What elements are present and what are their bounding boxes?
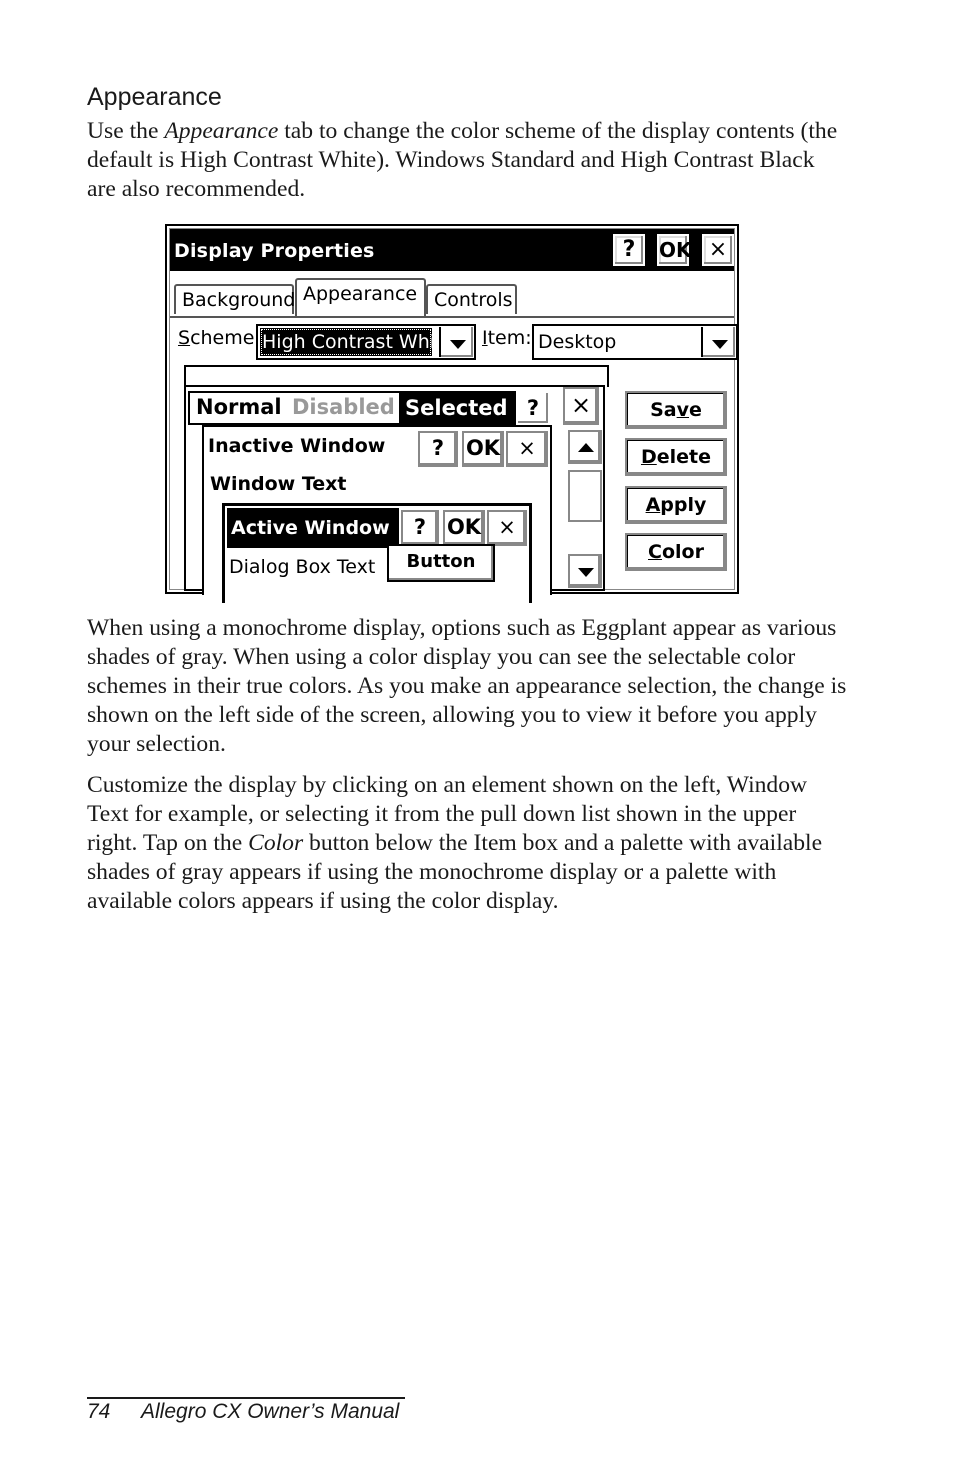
item-value: Desktop (538, 331, 617, 353)
active-help-icon[interactable]: ? (401, 510, 439, 546)
delete-button[interactable]: Delete (625, 438, 727, 476)
item-label-text: tem: (487, 327, 532, 349)
inactive-close-icon[interactable]: × (506, 431, 548, 467)
ok-button[interactable]: OK (657, 234, 692, 266)
active-close-icon[interactable]: × (487, 510, 527, 546)
display-properties-screenshot: Display Properties ? OK × Background App… (165, 224, 739, 603)
page-number: 74 (87, 1400, 111, 1423)
manual-title: Allegro CX Owner’s Manual (141, 1400, 400, 1423)
preview-menu-selected[interactable]: Selected (399, 391, 517, 425)
dialog-frame: Display Properties ? OK × Background App… (169, 228, 738, 603)
preview-menu-normal[interactable]: Normal (196, 395, 282, 419)
apply-accel: A (645, 494, 661, 516)
scroll-up-arrow-icon[interactable] (568, 430, 602, 464)
help-button[interactable]: ? (613, 234, 645, 266)
inactive-ok-icon[interactable]: OK (462, 431, 504, 467)
delete-accel: D (640, 446, 657, 468)
inactive-help-icon[interactable]: ? (418, 431, 458, 467)
tab-controls[interactable]: Controls (426, 284, 517, 314)
color-button[interactable]: Color (625, 533, 727, 571)
customize-paragraph: Customize the display by clicking on an … (87, 771, 847, 916)
intro-paragraph: Use the Appearance tab to change the col… (87, 117, 847, 204)
tab-divider (170, 316, 734, 318)
item-label: Item: (482, 327, 532, 349)
preview-menu-bar[interactable]: Normal Disabled Selected (188, 391, 518, 425)
scheme-dropdown[interactable]: High Contrast White (256, 324, 476, 360)
preview-desktop-strip[interactable] (184, 365, 609, 387)
scheme-label-text: cheme: (190, 327, 261, 349)
apply-button[interactable]: Apply (625, 486, 727, 524)
page-footer: 74 Allegro CX Owner’s Manual (87, 1400, 399, 1424)
preview-active-window[interactable]: Active Window ? OK × Dialog Box Text But… (222, 503, 532, 603)
scroll-down-arrow-icon[interactable] (568, 554, 602, 588)
save-button[interactable]: Save (625, 391, 727, 429)
preview-close-icon[interactable]: × (563, 387, 599, 425)
chevron-down-icon[interactable] (701, 327, 735, 357)
dialog-titlebar: Display Properties ? OK × (170, 229, 734, 271)
scheme-accel: S (178, 327, 191, 349)
color-label-post: olor (661, 541, 704, 563)
close-button[interactable]: × (702, 234, 734, 266)
section-heading: Appearance (87, 83, 222, 111)
chevron-down-icon[interactable] (439, 327, 473, 357)
item-dropdown[interactable]: Desktop (532, 324, 738, 360)
active-window-title[interactable]: Active Window (227, 508, 399, 548)
preview-menu-disabled[interactable]: Disabled (292, 395, 395, 419)
save-label-post: e (689, 399, 702, 421)
intro-emphasis: Appearance (164, 118, 279, 144)
appearance-preview[interactable]: Normal Disabled Selected ? × Inactive Wi… (184, 385, 605, 603)
preview-scrollbar[interactable] (568, 430, 604, 590)
dialog-title: Display Properties (174, 240, 375, 262)
tab-background[interactable]: Background (174, 284, 295, 314)
save-label-pre: Sa (650, 399, 677, 421)
window-text-sample[interactable]: Window Text (210, 473, 346, 495)
inactive-window-title[interactable]: Inactive Window (208, 435, 385, 457)
customize-emphasis: Color (248, 830, 304, 856)
monochrome-paragraph: When using a monochrome display, options… (87, 615, 847, 757)
preview-inactive-window[interactable]: Inactive Window ? OK × Window Text Activ… (202, 425, 552, 603)
save-accel: v (676, 399, 689, 421)
color-accel: C (648, 541, 662, 563)
scheme-label: Scheme: (178, 327, 261, 349)
dialog-box-text-sample[interactable]: Dialog Box Text (229, 556, 375, 578)
scheme-value: High Contrast White (260, 328, 432, 356)
delete-label-post: elete (656, 446, 712, 468)
apply-label-post: pply (660, 494, 707, 516)
intro-text-start: Use the (87, 118, 165, 144)
scroll-thumb[interactable] (568, 470, 602, 522)
tab-appearance[interactable]: Appearance (295, 278, 426, 316)
active-ok-icon[interactable]: OK (443, 510, 485, 546)
footer-rule (87, 1397, 405, 1399)
preview-help-icon[interactable]: ? (516, 391, 550, 425)
preview-button-sample[interactable]: Button (387, 544, 495, 582)
